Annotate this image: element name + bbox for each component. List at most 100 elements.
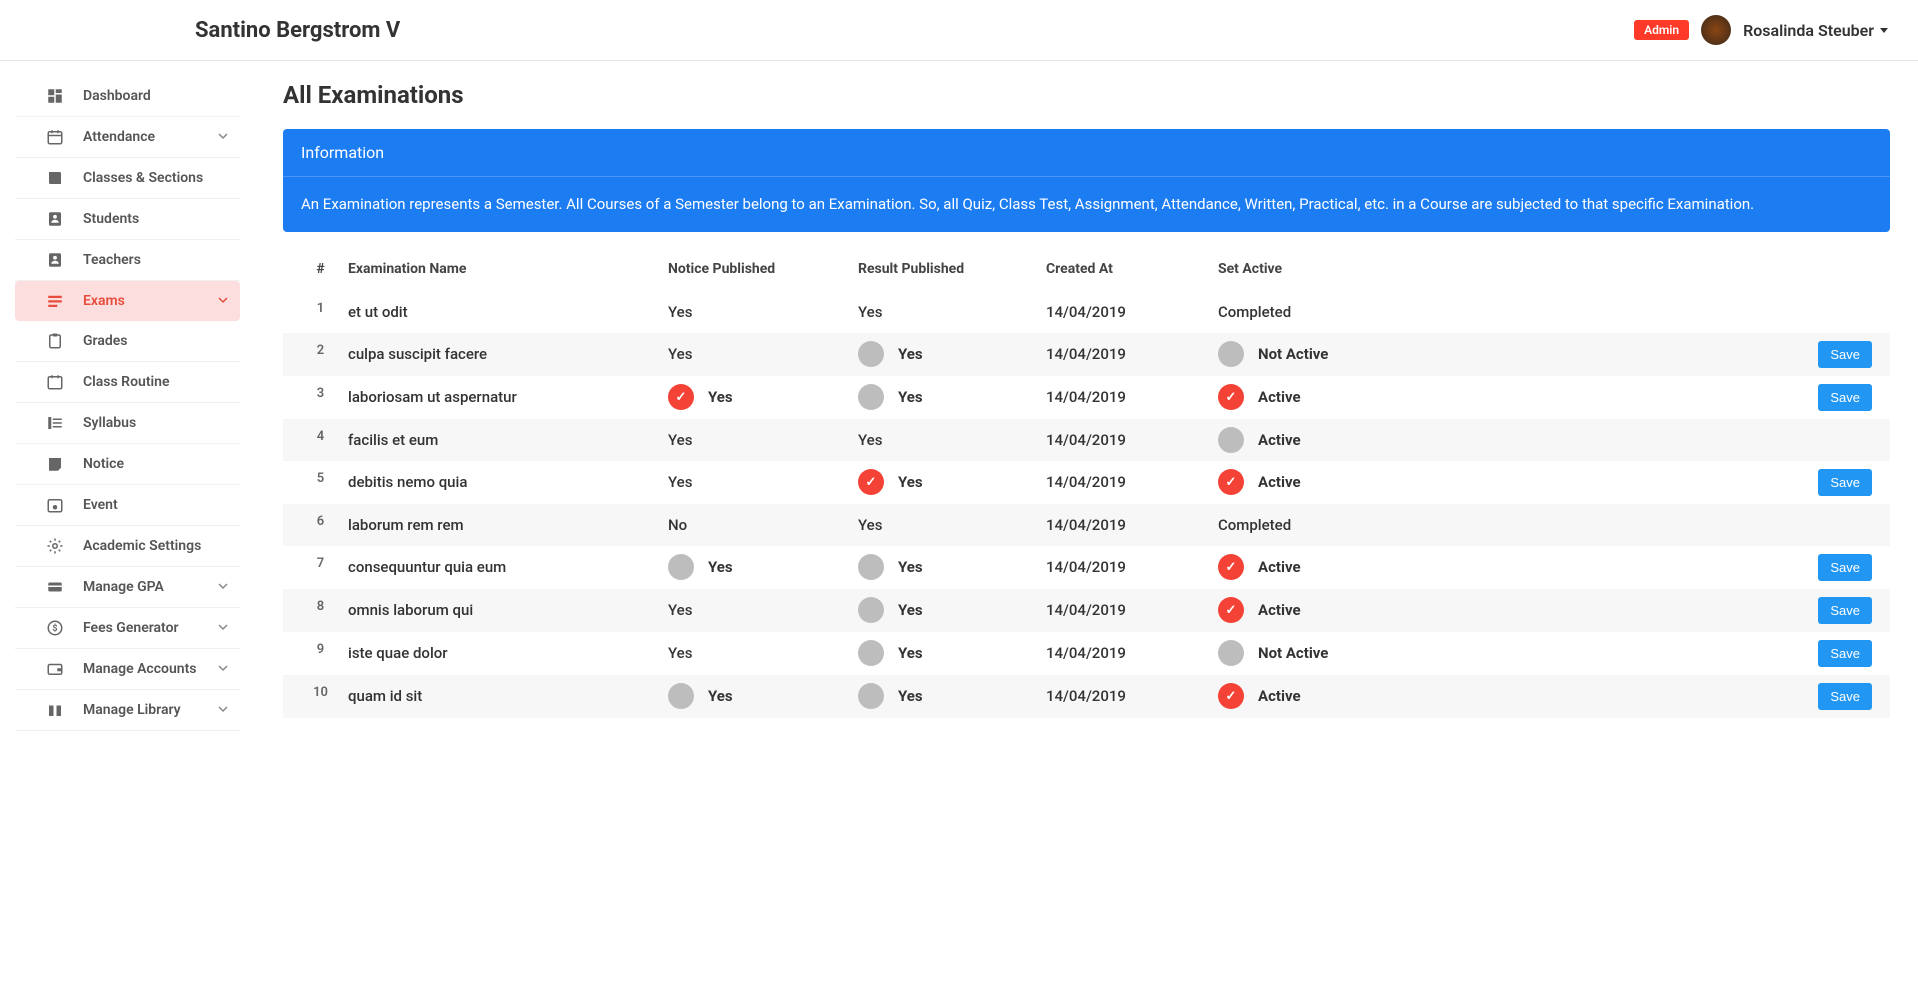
sidebar-item-manage-gpa[interactable]: Manage GPA bbox=[15, 567, 240, 608]
result-cell: Yes bbox=[858, 683, 1046, 709]
sidebar-item-attendance[interactable]: Attendance bbox=[15, 117, 240, 158]
table-row: 6laborum rem remNoYes14/04/2019Completed bbox=[283, 504, 1890, 546]
save-button[interactable]: Save bbox=[1818, 597, 1872, 624]
result-cell: Yes bbox=[858, 640, 1046, 666]
active-cell: Completed bbox=[1218, 516, 1450, 534]
check-icon: ✓ bbox=[676, 390, 687, 405]
notice-cell-label: Yes bbox=[708, 558, 733, 576]
result-cell-toggle[interactable] bbox=[858, 384, 884, 410]
result-cell-label: Yes bbox=[898, 473, 923, 491]
wallet-icon bbox=[45, 659, 65, 679]
active-cell-toggle[interactable] bbox=[1218, 427, 1244, 453]
check-icon: ✓ bbox=[1226, 689, 1237, 704]
chevron-down-icon bbox=[218, 580, 228, 594]
book-icon bbox=[45, 168, 65, 188]
sidebar-item-dashboard[interactable]: Dashboard bbox=[15, 76, 240, 117]
account-icon bbox=[45, 209, 65, 229]
sidebar-item-students[interactable]: Students bbox=[15, 199, 240, 240]
created-at: 14/04/2019 bbox=[1046, 431, 1218, 449]
table-row: 5debitis nemo quiaYes✓Yes14/04/2019✓Acti… bbox=[283, 461, 1890, 504]
active-cell-toggle[interactable]: ✓ bbox=[1218, 384, 1244, 410]
exam-name: consequuntur quia eum bbox=[348, 558, 668, 576]
notice-cell-label: Yes bbox=[708, 687, 733, 705]
exam-name: facilis et eum bbox=[348, 431, 668, 449]
user-dropdown[interactable]: Rosalinda Steuber bbox=[1743, 21, 1888, 40]
active-cell-toggle[interactable]: ✓ bbox=[1218, 469, 1244, 495]
created-at: 14/04/2019 bbox=[1046, 388, 1218, 406]
result-cell-toggle[interactable] bbox=[858, 554, 884, 580]
created-at: 14/04/2019 bbox=[1046, 345, 1218, 363]
save-button[interactable]: Save bbox=[1818, 341, 1872, 368]
caret-down-icon bbox=[1880, 28, 1888, 33]
active-cell-label: Active bbox=[1258, 473, 1301, 491]
header-name: Examination Name bbox=[348, 261, 668, 277]
dashboard-icon bbox=[45, 86, 65, 106]
result-cell-toggle[interactable] bbox=[858, 597, 884, 623]
sidebar-item-classes-sections[interactable]: Classes & Sections bbox=[15, 158, 240, 199]
notice-cell-label: Yes bbox=[668, 431, 692, 449]
active-cell: Not Active bbox=[1218, 341, 1450, 367]
result-cell-toggle[interactable]: ✓ bbox=[858, 469, 884, 495]
notice-cell: No bbox=[668, 516, 858, 534]
table-row: 2culpa suscipit facereYesYes14/04/2019No… bbox=[283, 333, 1890, 376]
gear-icon bbox=[45, 536, 65, 556]
main-content: All Examinations Information An Examinat… bbox=[255, 61, 1918, 746]
notice-cell: Yes bbox=[668, 345, 858, 363]
chevron-down-icon bbox=[218, 130, 228, 144]
result-cell-toggle[interactable] bbox=[858, 640, 884, 666]
sidebar-item-class-routine[interactable]: Class Routine bbox=[15, 362, 240, 403]
sidebar-item-grades[interactable]: Grades bbox=[15, 321, 240, 362]
active-cell-toggle[interactable]: ✓ bbox=[1218, 597, 1244, 623]
row-number: 8 bbox=[293, 597, 348, 614]
sidebar-item-label: Students bbox=[83, 211, 139, 227]
sidebar-item-event[interactable]: Event bbox=[15, 485, 240, 526]
row-number: 7 bbox=[293, 554, 348, 571]
chevron-down-icon bbox=[218, 621, 228, 635]
header-num: # bbox=[293, 261, 348, 277]
sidebar-item-syllabus[interactable]: Syllabus bbox=[15, 403, 240, 444]
sidebar-item-academic-settings[interactable]: Academic Settings bbox=[15, 526, 240, 567]
sidebar-item-label: Grades bbox=[83, 333, 127, 349]
calendar-icon bbox=[45, 127, 65, 147]
active-cell: Active bbox=[1218, 427, 1450, 453]
save-button[interactable]: Save bbox=[1818, 554, 1872, 581]
active-cell-toggle[interactable] bbox=[1218, 341, 1244, 367]
row-number: 5 bbox=[293, 469, 348, 486]
header-created: Created At bbox=[1046, 261, 1218, 277]
table-header-row: # Examination Name Notice Published Resu… bbox=[283, 247, 1890, 291]
notice-cell-toggle[interactable] bbox=[668, 683, 694, 709]
notice-cell: Yes bbox=[668, 473, 858, 491]
created-at: 14/04/2019 bbox=[1046, 601, 1218, 619]
result-cell-toggle[interactable] bbox=[858, 683, 884, 709]
table-row: 3laboriosam ut aspernatur✓YesYes14/04/20… bbox=[283, 376, 1890, 419]
notice-cell-label: Yes bbox=[668, 473, 692, 491]
created-at: 14/04/2019 bbox=[1046, 516, 1218, 534]
active-cell-toggle[interactable]: ✓ bbox=[1218, 683, 1244, 709]
chevron-down-icon bbox=[218, 703, 228, 717]
info-panel-body: An Examination represents a Semester. Al… bbox=[283, 177, 1890, 232]
active-cell-toggle[interactable]: ✓ bbox=[1218, 554, 1244, 580]
active-cell: Not Active bbox=[1218, 640, 1450, 666]
sidebar-item-manage-accounts[interactable]: Manage Accounts bbox=[15, 649, 240, 690]
save-button[interactable]: Save bbox=[1818, 640, 1872, 667]
result-cell: Yes bbox=[858, 554, 1046, 580]
sidebar-item-teachers[interactable]: Teachers bbox=[15, 240, 240, 281]
save-button[interactable]: Save bbox=[1818, 683, 1872, 710]
user-area: Admin Rosalinda Steuber bbox=[1634, 15, 1888, 45]
sidebar-item-manage-library[interactable]: Manage Library bbox=[15, 690, 240, 731]
save-button[interactable]: Save bbox=[1818, 384, 1872, 411]
sidebar-item-exams[interactable]: Exams bbox=[15, 281, 240, 321]
result-cell: ✓ Yes bbox=[858, 469, 1046, 495]
notice-cell: ✓Yes bbox=[668, 384, 858, 410]
sidebar-item-label: Syllabus bbox=[83, 415, 136, 431]
sidebar-item-label: Event bbox=[83, 497, 118, 513]
notice-cell-toggle[interactable]: ✓ bbox=[668, 384, 694, 410]
sidebar-item-fees-generator[interactable]: $Fees Generator bbox=[15, 608, 240, 649]
save-button[interactable]: Save bbox=[1818, 469, 1872, 496]
notice-cell-toggle[interactable] bbox=[668, 554, 694, 580]
sidebar-item-notice[interactable]: Notice bbox=[15, 444, 240, 485]
user-name-label: Rosalinda Steuber bbox=[1743, 21, 1874, 40]
avatar[interactable] bbox=[1701, 15, 1731, 45]
active-cell-toggle[interactable] bbox=[1218, 640, 1244, 666]
result-cell-toggle[interactable] bbox=[858, 341, 884, 367]
